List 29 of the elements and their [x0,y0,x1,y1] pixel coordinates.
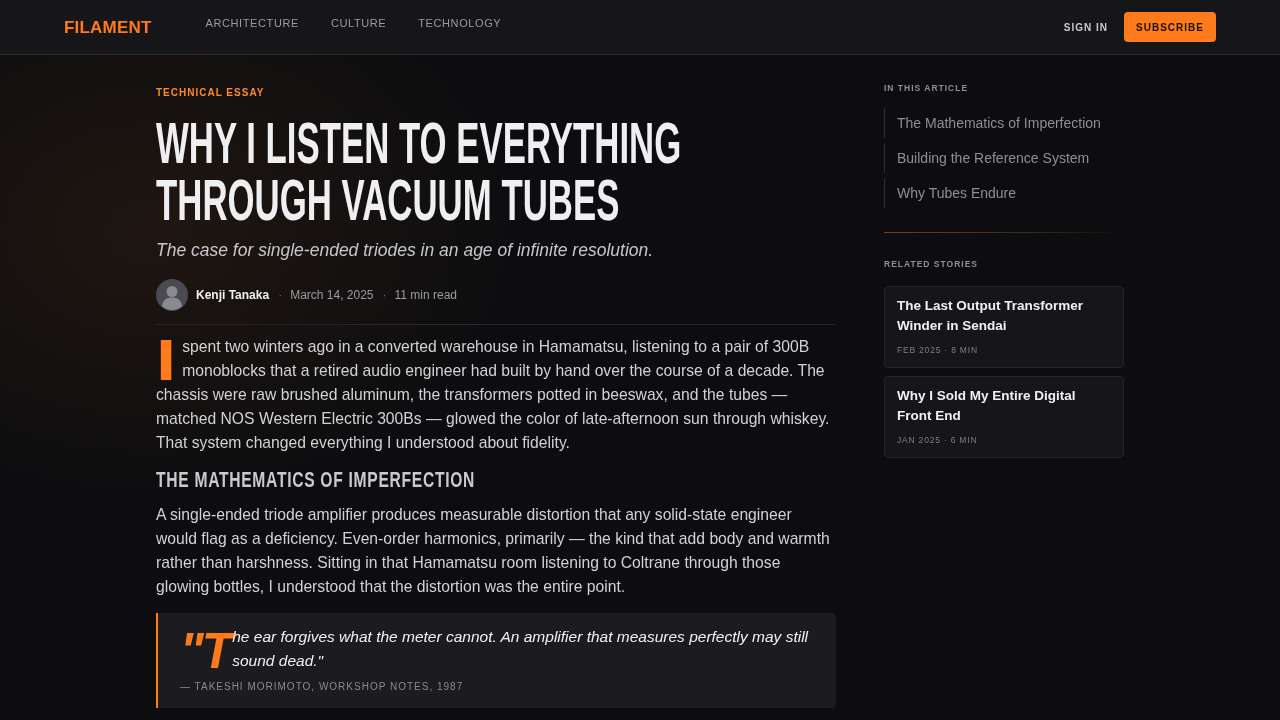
article-title: WHY I LISTEN TO EVERYTHING THROUGH VACUUM TUBES [156,114,683,228]
meta-separator: · [382,288,387,302]
nav-link[interactable]: ARCHITECTURE [205,17,299,29]
author-name[interactable]: Kenji Tanaka [196,288,270,302]
story-meta: JAN 2025 · 6 MIN [897,434,979,446]
subscribe-button[interactable]: SUBSCRIBE [1124,12,1216,42]
related-story-card[interactable]: Why I Sold My Entire Digital Front End JAN 2025 · 6 MIN [884,376,1124,458]
related-story-card[interactable]: The Last Output Transformer Winder in Sendai FEB 2025 · 8 MIN [884,286,1124,368]
article-subtitle: The case for single-ended triodes in an age of infinite resolution. [156,239,655,262]
article-meta: March 14, 2025 [290,288,374,302]
story-meta: FEB 2025 · 8 MIN [897,344,979,356]
quote-attribution: — TAKESHI MORIMOTO, WORKSHOP NOTES, 1987 [180,681,465,692]
category-label: TECHNICAL ESSAY [156,87,266,99]
sign-in-link[interactable]: SIGN IN [1063,21,1108,33]
story-title: The Last Output Transformer Winder in Sendai [897,297,1085,335]
toc-heading: IN THIS ARTICLE [884,83,970,93]
related-heading: RELATED STORIES [884,259,980,269]
body-paragraph: A single-ended triode amplifier produces measurable distortion that any solid-state engineer would flag as a deficiency. Even-order harmonics, primarily — the kind that add body and warmth rather than harshness. Sitting in that Hamamatsu room listening to Coltrane through those glowing bottles, I understood that the distortion was the entire point. [156,505,831,597]
toc-link[interactable]: Building the Reference System [884,143,1124,173]
toc-link[interactable]: Why Tubes Endure [884,178,1124,208]
nav-link[interactable]: TECHNOLOGY [418,17,502,29]
section-heading: THE MATHEMATICS OF IMPERFECTION [156,467,476,493]
meta-separator: · [278,288,283,302]
article-meta: 11 min read [394,288,457,302]
nav-link[interactable]: CULTURE [330,17,387,29]
avatar-silhouette-icon [156,279,188,311]
toc-link[interactable]: The Mathematics of Imperfection [884,108,1124,138]
site-logo[interactable]: FILAMENT [64,18,152,38]
story-title: Why I Sold My Entire Digital Front End [897,387,1077,425]
